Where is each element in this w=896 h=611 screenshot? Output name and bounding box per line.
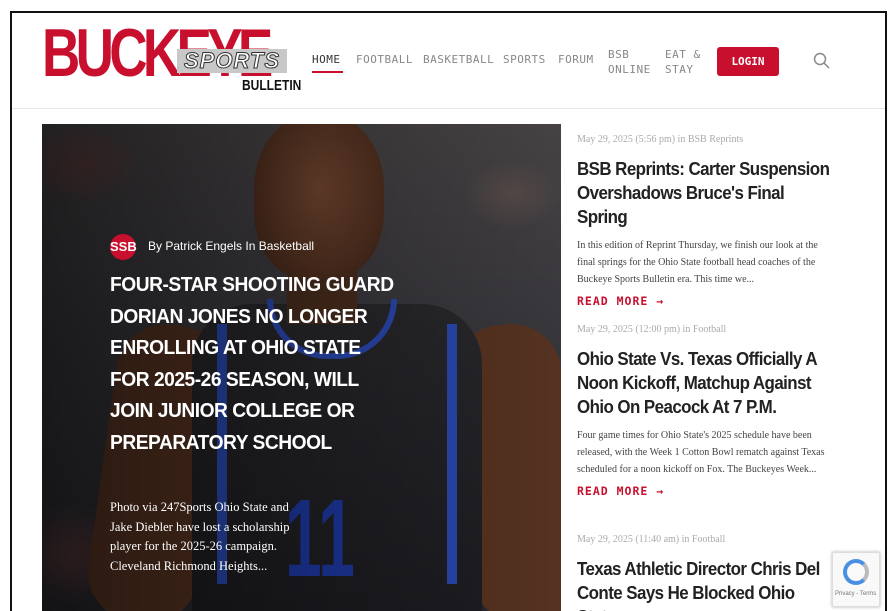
logo-bulletin: BULLETIN <box>242 77 302 94</box>
site-logo[interactable]: BUCKEYE SPORTS BULLETIN <box>42 19 301 95</box>
nav-item-bsb-online[interactable]: BSB ONLINE <box>608 47 651 77</box>
recaptcha-text[interactable]: Privacy - Terms <box>835 591 876 597</box>
nav-item-football[interactable]: FOOTBALL <box>356 53 413 66</box>
hero-title[interactable]: FOUR-STAR SHOOTING GUARD DORIAN JONES NO… <box>110 270 398 459</box>
article-title[interactable]: BSB Reprints: Carter Suspension Overshad… <box>577 157 831 229</box>
hero-byline-text[interactable]: By Patrick Engels In Basketball <box>148 239 314 253</box>
nav-item-sports[interactable]: SPORTS <box>503 53 546 66</box>
site-header: BUCKEYE SPORTS BULLETIN HOME FOOTBALL BA… <box>12 13 885 109</box>
search-icon[interactable] <box>812 51 832 71</box>
nav-eat-line1: EAT & <box>665 48 701 61</box>
article-excerpt: In this edition of Reprint Thursday, we … <box>577 240 818 285</box>
list-item: May 29, 2025 (12:00 pm) in Football Ohio… <box>577 324 837 498</box>
hero-excerpt: Photo via 247Sports Ohio State and Jake … <box>110 500 290 573</box>
recaptcha-badge[interactable]: Privacy - Terms <box>832 552 880 607</box>
nav-item-home[interactable]: HOME <box>312 53 341 66</box>
recaptcha-icon <box>843 559 869 585</box>
logo-sports: SPORTS <box>177 48 287 73</box>
read-more-link[interactable]: READ MORE → <box>577 484 837 498</box>
article-title[interactable]: Texas Athletic Director Chris Del Conte … <box>577 557 831 611</box>
article-meta: May 29, 2025 (11:40 am) in Football <box>577 534 726 545</box>
nav-item-basketball[interactable]: BASKETBALL <box>423 53 494 66</box>
login-button[interactable]: LOGIN <box>717 47 779 76</box>
read-more-link[interactable]: READ MORE → <box>577 294 837 308</box>
article-title[interactable]: Ohio State Vs. Texas Officially A Noon K… <box>577 347 831 419</box>
browser-frame: BUCKEYE SPORTS BULLETIN HOME FOOTBALL BA… <box>10 11 887 611</box>
nav-bsb-line2: ONLINE <box>608 63 651 76</box>
article-excerpt: Four game times for Ohio State's 2025 sc… <box>577 430 825 475</box>
nav-eat-line2: STAY <box>665 63 694 76</box>
nav-bsb-line1: BSB <box>608 48 630 61</box>
featured-article[interactable]: 11 SSB By Patrick Engels In Basketball F… <box>42 124 561 611</box>
nav-item-forum[interactable]: FORUM <box>558 53 594 66</box>
article-meta: May 29, 2025 (12:00 pm) in Football <box>577 324 727 335</box>
author-avatar: SSB <box>110 234 137 260</box>
nav-item-eat-stay[interactable]: EAT & STAY <box>665 47 701 77</box>
article-meta: May 29, 2025 (5:56 pm) in BSB Reprints <box>577 134 744 145</box>
nav-active-indicator <box>312 71 343 73</box>
list-item: May 29, 2025 (5:56 pm) in BSB Reprints B… <box>577 134 837 308</box>
list-item: May 29, 2025 (11:40 am) in Football Texa… <box>577 534 837 611</box>
